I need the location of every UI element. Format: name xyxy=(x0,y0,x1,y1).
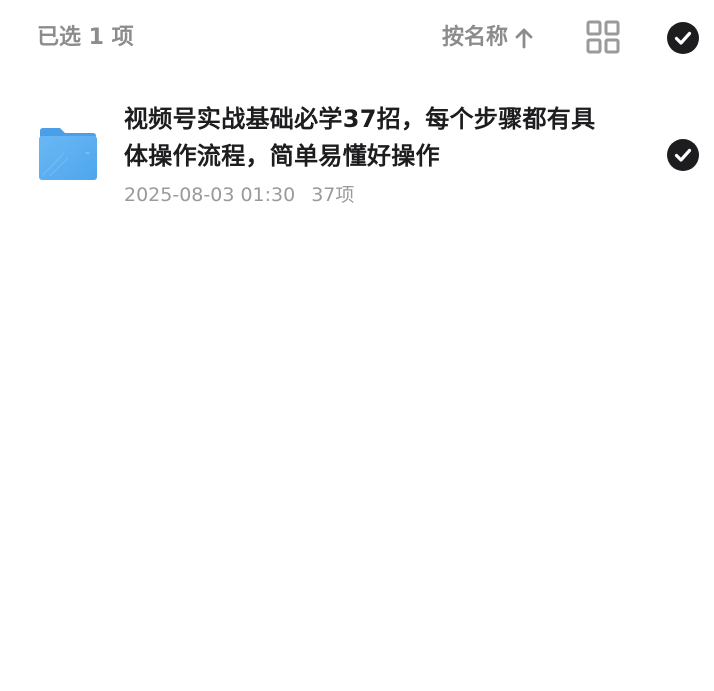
file-select-checkbox[interactable] xyxy=(667,139,699,171)
check-icon xyxy=(674,31,692,45)
select-all-checkbox[interactable] xyxy=(667,22,699,54)
file-date: 2025-08-03 01:30 xyxy=(124,184,296,206)
selection-toolbar: 已选 1 项 按名称 xyxy=(0,0,714,76)
file-item-count: 37项 xyxy=(311,184,355,206)
file-name: 视频号实战基础必学37招，每个步骤都有具体操作流程，简单易懂好操作 xyxy=(124,105,596,170)
file-selection-page: 已选 1 项 按名称 = 视频号实战基础必学37招，每个步骤都有具体操作流程，简… xyxy=(0,0,714,691)
grid-view-icon[interactable] xyxy=(586,20,620,54)
selection-count-label: 已选 1 项 xyxy=(37,25,134,50)
file-meta: 2025-08-03 01:30 37项 xyxy=(124,182,354,208)
file-list-item[interactable]: = 视频号实战基础必学37招，每个步骤都有具体操作流程，简单易懂好操作 2025… xyxy=(0,96,714,220)
folder-icon: = xyxy=(39,128,97,180)
svg-text:=: = xyxy=(85,150,90,157)
check-icon xyxy=(674,148,692,162)
arrow-up-icon xyxy=(515,28,533,49)
sort-by-name-button[interactable]: 按名称 xyxy=(442,22,534,54)
sort-label: 按名称 xyxy=(442,25,509,50)
